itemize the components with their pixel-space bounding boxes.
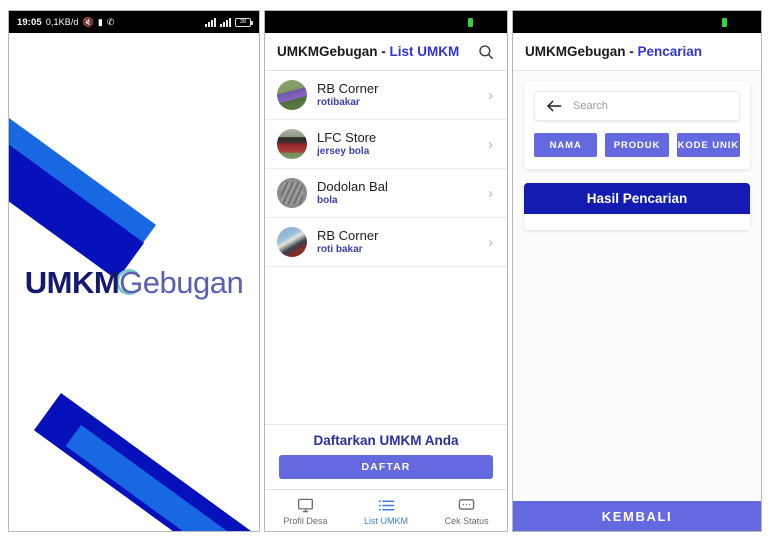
status-data-rate: 0,1KB/d xyxy=(45,17,79,27)
list-item-text: Dodolan Bal bola xyxy=(317,178,478,207)
phone-screen-splash: 19:05 0,1KB/d 🔇 ▮ ✆ 38 UMKM Gebugan xyxy=(8,10,260,532)
nav-item-profil-desa[interactable]: Profil Desa xyxy=(265,498,346,526)
nav-label: Profil Desa xyxy=(283,515,328,526)
list-item[interactable]: RB Corner roti bakar › xyxy=(265,218,507,267)
nav-label: Cek Status xyxy=(444,515,489,526)
search-input[interactable] xyxy=(573,100,728,112)
nav-item-list-umkm[interactable]: List UMKM xyxy=(346,498,427,526)
list-item[interactable]: LFC Store jersey bola › xyxy=(265,120,507,169)
mute-icon: 🔇 xyxy=(82,16,94,27)
list-body: RB Corner rotibakar › LFC Store jersey b… xyxy=(265,71,507,489)
list-item-name: Dodolan Bal xyxy=(317,178,388,194)
monitor-icon xyxy=(297,498,314,513)
search-icon[interactable] xyxy=(477,43,495,61)
list-item-name: RB Corner xyxy=(317,80,379,96)
list-item-category: roti bakar xyxy=(317,244,363,256)
app-header: UMKMGebugan - Pencarian xyxy=(513,33,761,71)
message-icon: ▮ xyxy=(97,16,103,27)
list-item-name: RB Corner xyxy=(317,227,379,243)
phone-screen-search: UMKMGebugan - Pencarian NAMA PRODUK KODE… xyxy=(512,10,762,532)
list-item-text: RB Corner rotibakar xyxy=(317,80,478,109)
search-body: NAMA PRODUK KODE UNIK Hasil Pencarian xyxy=(513,71,761,531)
result-heading: Hasil Pencarian xyxy=(524,183,750,214)
nav-label: List UMKM xyxy=(364,515,409,526)
status-time: 19:05 xyxy=(17,16,42,28)
register-title: Daftarkan UMKM Anda xyxy=(313,433,459,448)
list-item[interactable]: RB Corner rotibakar › xyxy=(265,71,507,120)
status-bar-right: 38 xyxy=(205,17,253,27)
logo-text-gebugan: Gebugan xyxy=(116,265,244,301)
green-recording-indicator xyxy=(722,17,727,27)
back-arrow-icon[interactable] xyxy=(546,99,562,113)
status-bar xyxy=(265,11,507,33)
page-title-accent: Pencarian xyxy=(637,44,703,59)
battery-level: 38 xyxy=(239,19,247,25)
chevron-right-icon[interactable]: › xyxy=(488,185,495,202)
filter-kode-unik-button[interactable]: KODE UNIK xyxy=(676,133,740,157)
logo-gebugan-label: Gebugan xyxy=(119,265,244,300)
list-icon xyxy=(378,498,395,513)
page-title: UMKMGebugan - Pencarian xyxy=(525,44,702,59)
chat-bubble-icon xyxy=(458,498,475,513)
list-item-name: LFC Store xyxy=(317,129,377,145)
list-item[interactable]: Dodolan Bal bola › xyxy=(265,169,507,218)
chevron-right-icon[interactable]: › xyxy=(488,136,495,153)
umkm-list: RB Corner rotibakar › LFC Store jersey b… xyxy=(265,71,507,424)
battery-icon: 38 xyxy=(235,17,253,27)
filter-buttons: NAMA PRODUK KODE UNIK xyxy=(534,133,740,157)
status-bar-left: 19:05 0,1KB/d 🔇 ▮ ✆ xyxy=(17,17,115,28)
list-item-text: LFC Store jersey bola xyxy=(317,129,478,158)
daftar-button[interactable]: DAFTAR xyxy=(279,455,493,479)
status-bar xyxy=(513,11,761,33)
splash-screen: UMKM Gebugan xyxy=(9,33,259,531)
filter-nama-button[interactable]: NAMA xyxy=(534,133,598,157)
phone-screen-list: UMKMGebugan - List UMKM RB Corner rotiba… xyxy=(264,10,508,532)
screenshot-board: 19:05 0,1KB/d 🔇 ▮ ✆ 38 UMKM Gebugan UMKM… xyxy=(0,0,770,542)
avatar xyxy=(277,227,307,257)
page-title-prefix: UMKMGebugan - xyxy=(277,44,390,59)
page-title-prefix: UMKMGebugan - xyxy=(525,44,638,59)
search-card: NAMA PRODUK KODE UNIK xyxy=(524,81,750,169)
page-title-accent: List UMKM xyxy=(389,44,460,59)
signal-bars-icon xyxy=(205,17,216,27)
avatar xyxy=(277,178,307,208)
green-recording-indicator xyxy=(468,17,473,27)
app-logo: UMKM Gebugan xyxy=(9,33,259,531)
chevron-right-icon[interactable]: › xyxy=(488,234,495,251)
bottom-nav: Profil Desa List UMKM Cek Status xyxy=(265,489,507,531)
result-list-empty xyxy=(524,214,750,230)
kembali-button[interactable]: KEMBALI xyxy=(513,501,761,531)
avatar xyxy=(277,80,307,110)
filter-produk-button[interactable]: PRODUK xyxy=(605,133,669,157)
app-header: UMKMGebugan - List UMKM xyxy=(265,33,507,71)
list-item-text: RB Corner roti bakar xyxy=(317,227,478,256)
list-item-category: bola xyxy=(317,195,338,207)
register-section: Daftarkan UMKM Anda DAFTAR xyxy=(265,424,507,489)
page-title: UMKMGebugan - List UMKM xyxy=(277,44,459,59)
search-bar[interactable] xyxy=(534,91,740,121)
whatsapp-icon: ✆ xyxy=(106,16,115,27)
avatar xyxy=(277,129,307,159)
logo-text-umkm: UMKM xyxy=(24,265,120,300)
status-bar: 19:05 0,1KB/d 🔇 ▮ ✆ 38 xyxy=(9,11,259,33)
chevron-right-icon[interactable]: › xyxy=(488,87,495,104)
signal-bars-dual-icon xyxy=(220,17,231,27)
list-item-category: jersey bola xyxy=(317,146,370,158)
search-result-card: Hasil Pencarian xyxy=(524,183,750,230)
list-item-category: rotibakar xyxy=(317,97,360,109)
nav-item-cek-status[interactable]: Cek Status xyxy=(426,498,507,526)
